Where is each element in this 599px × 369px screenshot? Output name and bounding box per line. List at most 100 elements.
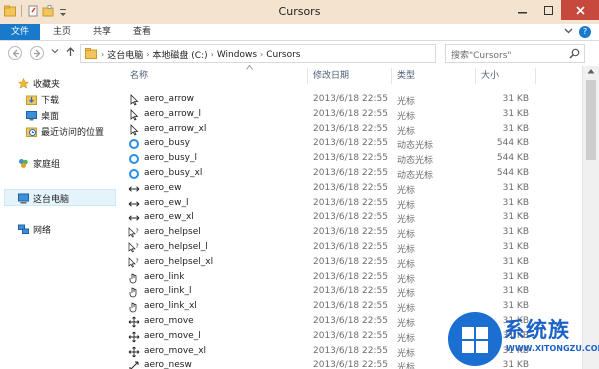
file-date: 2013/6/18 22:55 <box>313 153 388 164</box>
file-name: aero_busy_l <box>144 153 197 164</box>
file-size: 544 KB <box>496 138 529 149</box>
file-type: 光标 <box>397 259 416 270</box>
nav-item-recent-places[interactable]: 最近访问的位置 <box>26 125 104 138</box>
file-name: aero_helpsel_l <box>144 242 208 252</box>
column-divider[interactable] <box>535 68 536 84</box>
svg-text:?: ? <box>136 228 139 235</box>
expand-ribbon-icon[interactable] <box>564 26 573 38</box>
column-divider[interactable] <box>391 68 392 84</box>
breadcrumb-separator[interactable]: › <box>101 50 104 59</box>
nav-item-network[interactable]: 网络 <box>18 223 51 236</box>
tab-share[interactable]: 共享 <box>84 24 120 40</box>
column-divider[interactable] <box>475 68 476 84</box>
desktop-folder-icon <box>26 111 37 121</box>
help-button[interactable]: ? <box>579 26 591 38</box>
minimize-button[interactable] <box>509 0 535 20</box>
nav-item-label: 网络 <box>33 226 52 236</box>
file-row[interactable]: aero_ew 2013/6/18 22:55 光标 31 KB <box>118 181 599 196</box>
file-row[interactable]: aero_link 2013/6/18 22:55 光标 31 KB <box>118 270 599 285</box>
nav-item-this-pc[interactable]: 这台电脑 <box>18 192 69 205</box>
arrow-cursor-icon <box>128 123 140 136</box>
breadcrumb-separator[interactable]: › <box>146 50 149 59</box>
file-type: 光标 <box>397 274 416 285</box>
file-row[interactable]: ? aero_helpsel_xl 2013/6/18 22:55 光标 31 KB <box>118 255 599 270</box>
busy-cursor-icon <box>128 168 140 180</box>
file-date: 2013/6/18 22:55 <box>313 271 388 282</box>
file-date: 2013/6/18 22:55 <box>313 123 388 134</box>
nav-item-homegroup[interactable]: 家庭组 <box>18 157 60 170</box>
file-name: aero_arrow_xl <box>144 123 207 134</box>
file-row[interactable]: aero_busy 2013/6/18 22:55 动态光标 544 KB <box>118 136 599 151</box>
file-row[interactable]: aero_arrow 2013/6/18 22:55 光标 31 KB <box>118 92 599 107</box>
file-row[interactable]: aero_ew_xl 2013/6/18 22:55 光标 31 KB <box>118 210 599 225</box>
breadcrumb: › 这台电脑 › 本地磁盘 (C:) › Windows › Cursors <box>101 48 301 62</box>
column-header-type[interactable]: 类型 <box>397 66 415 86</box>
breadcrumb-windows[interactable]: Windows <box>217 50 257 60</box>
close-button[interactable] <box>561 0 599 20</box>
file-date: 2013/6/18 22:55 <box>313 256 388 267</box>
file-date: 2013/6/18 22:55 <box>313 330 388 341</box>
back-button[interactable] <box>8 46 22 60</box>
search-placeholder: 搜索"Cursors" <box>451 51 512 61</box>
file-type: 动态光标 <box>397 141 434 152</box>
file-name: aero_ew <box>144 182 182 193</box>
file-date: 2013/6/18 22:55 <box>313 316 388 326</box>
nav-item-favorites[interactable]: 收藏夹 <box>18 77 60 90</box>
breadcrumb-separator[interactable]: › <box>260 50 263 59</box>
column-header-date[interactable]: 修改日期 <box>313 66 349 86</box>
file-date: 2013/6/18 22:55 <box>313 286 388 297</box>
breadcrumb-this-pc[interactable]: 这台电脑 <box>107 48 143 61</box>
maximize-button[interactable] <box>535 0 561 20</box>
scrollbar-thumb[interactable] <box>586 80 596 160</box>
file-row[interactable]: aero_busy_l 2013/6/18 22:55 动态光标 544 KB <box>118 151 599 166</box>
file-row[interactable]: ? aero_helpsel_l 2013/6/18 22:55 光标 31 KB <box>118 240 599 255</box>
ribbon-tabs: 文件 主页 共享 查看 ? <box>0 24 599 41</box>
file-name: aero_helpsel <box>144 227 201 238</box>
column-header-size[interactable]: 大小 <box>481 66 499 86</box>
watermark-url-text: WWW.XITONGZU.COM <box>506 344 599 353</box>
file-date: 2013/6/18 22:55 <box>313 138 388 149</box>
navigation-pane: 收藏夹 下载 桌面 最近访问的位置 家庭组 这台电脑 网络 <box>0 66 118 369</box>
address-bar[interactable]: › 这台电脑 › 本地磁盘 (C:) › Windows › Cursors <box>80 44 511 63</box>
up-button[interactable] <box>66 47 75 59</box>
breadcrumb-local-disk[interactable]: 本地磁盘 (C:) <box>152 48 207 61</box>
breadcrumb-separator[interactable]: › <box>211 50 214 59</box>
tab-home[interactable]: 主页 <box>44 24 80 40</box>
file-date: 2013/6/18 22:55 <box>313 360 388 369</box>
file-size: 31 KB <box>502 212 529 223</box>
nav-item-downloads[interactable]: 下载 <box>26 93 59 106</box>
file-type: 光标 <box>397 289 416 300</box>
nav-item-desktop[interactable]: 桌面 <box>26 109 59 122</box>
search-icon[interactable] <box>569 48 580 59</box>
forward-button[interactable] <box>30 46 44 60</box>
hand-cursor-icon <box>128 272 140 284</box>
watermark-cn-text: 系统族 <box>504 318 570 342</box>
tab-view[interactable]: 查看 <box>124 24 160 40</box>
file-type: 光标 <box>397 185 416 196</box>
file-row[interactable]: aero_ew_l 2013/6/18 22:55 光标 31 KB <box>118 196 599 211</box>
tab-file[interactable]: 文件 <box>0 24 40 40</box>
recent-locations-icon[interactable] <box>51 47 59 57</box>
file-row[interactable]: aero_link_l 2013/6/18 22:55 光标 31 KB <box>118 284 599 299</box>
nav-item-label: 最近访问的位置 <box>41 128 105 138</box>
file-type: 动态光标 <box>397 171 434 181</box>
file-row[interactable]: aero_busy_xl 2013/6/18 22:55 动态光标 544 KB <box>118 166 599 181</box>
file-name: aero_link_xl <box>144 301 197 312</box>
address-row: › 这台电脑 › 本地磁盘 (C:) › Windows › Cursors 搜… <box>0 41 599 66</box>
file-row[interactable]: aero_arrow_xl 2013/6/18 22:55 光标 31 KB <box>118 122 599 137</box>
file-row[interactable]: aero_arrow_l 2013/6/18 22:55 光标 31 KB <box>118 107 599 122</box>
column-divider[interactable] <box>307 68 308 84</box>
column-header-name[interactable]: 名称 <box>130 66 148 86</box>
resize-ew-cursor-icon <box>128 198 140 210</box>
computer-icon <box>18 193 29 204</box>
file-row[interactable]: ? aero_helpsel 2013/6/18 22:55 光标 31 KB <box>118 225 599 240</box>
move-cursor-icon <box>128 316 140 328</box>
file-type: 光标 <box>397 363 416 369</box>
network-icon <box>18 224 29 234</box>
file-size: 31 KB <box>502 227 529 238</box>
search-input[interactable]: 搜索"Cursors" <box>445 44 585 63</box>
file-type: 光标 <box>397 230 416 241</box>
breadcrumb-cursors[interactable]: Cursors <box>266 50 300 60</box>
busy-cursor-icon <box>128 138 140 150</box>
scroll-up-icon[interactable] <box>587 68 595 76</box>
